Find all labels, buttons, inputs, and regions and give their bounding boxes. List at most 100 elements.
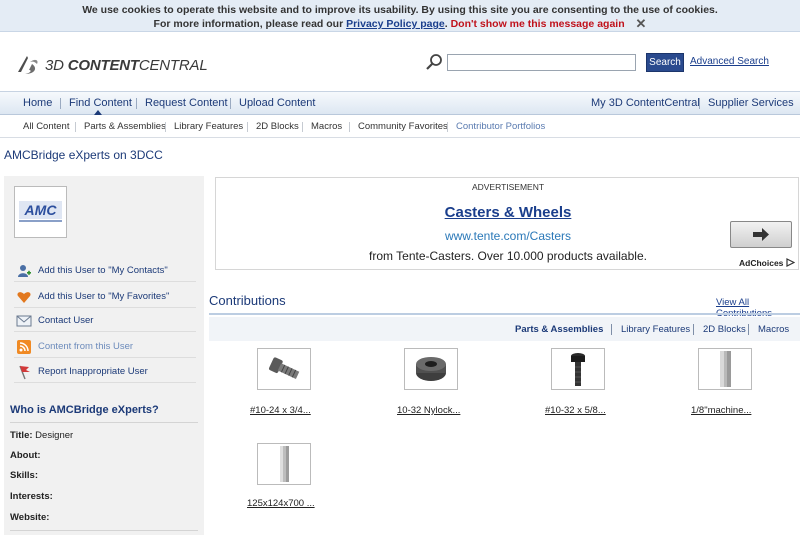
profile-title-field: Title: Designer: [10, 430, 73, 441]
logo-wordmark: 3D CONTENTCENTRAL: [45, 56, 208, 74]
view-all-contributions-link[interactable]: View All Contributions: [716, 297, 800, 319]
nav-divider: [230, 98, 231, 109]
contribution-thumbnail[interactable]: [698, 348, 752, 390]
profile-skills-field: Skills:: [10, 470, 38, 481]
ad-label: ADVERTISEMENT: [471, 182, 545, 192]
ad-go-button[interactable]: [730, 221, 792, 248]
profile-about-field: About:: [10, 450, 41, 461]
active-nav-caret-icon: [94, 110, 102, 115]
subnav-library-features[interactable]: Library Features: [174, 121, 243, 132]
interests-label: Interests:: [10, 491, 53, 502]
ad-choices-label: AdChoices: [739, 258, 784, 268]
nav-divider: [136, 98, 137, 109]
nav-my-3dcc[interactable]: My 3D ContentCentral: [591, 97, 700, 109]
add-to-favorites-label: Add this User to "My Favorites": [38, 291, 170, 302]
subnav-2d-blocks[interactable]: 2D Blocks: [256, 121, 299, 132]
subnav-divider: [247, 122, 248, 132]
nav-supplier-services[interactable]: Supplier Services: [708, 97, 794, 109]
who-is-heading: Who is AMCBridge eXperts?: [10, 404, 159, 416]
envelope-icon: [16, 315, 32, 326]
sub-nav: All Content Parts & Assemblies Library F…: [0, 116, 800, 138]
contribution-thumbnail[interactable]: [257, 443, 311, 485]
report-user-label: Report Inappropriate User: [38, 366, 148, 377]
search-button[interactable]: Search: [646, 53, 684, 72]
contribution-caption[interactable]: #10-32 x 5/8...: [545, 405, 606, 416]
subnav-parts-assemblies[interactable]: Parts & Assemblies: [84, 121, 166, 132]
ad-url[interactable]: www.tente.com/Casters: [216, 229, 800, 243]
ad-choices-link[interactable]: AdChoices: [739, 258, 796, 268]
nav-home[interactable]: Home: [23, 97, 52, 109]
tab-library-features[interactable]: Library Features: [621, 324, 690, 335]
tab-divider: [748, 324, 749, 335]
nav-upload-content[interactable]: Upload Content: [239, 97, 315, 109]
profile-sidebar: AMC Add this User to "My Contacts" Add t…: [4, 176, 204, 535]
cookie-info-text: For more information, please read our: [153, 18, 344, 30]
arrow-right-icon: [753, 228, 769, 241]
contribution-thumbnail[interactable]: [257, 348, 311, 390]
about-label: About:: [10, 450, 41, 461]
subnav-divider: [75, 122, 76, 132]
cookie-banner: We use cookies to operate this website a…: [0, 0, 800, 32]
subnav-macros[interactable]: Macros: [311, 121, 342, 132]
title-label: Title:: [10, 430, 33, 441]
title-value: Designer: [35, 430, 74, 441]
advertisement: ADVERTISEMENT Casters & Wheels www.tente…: [215, 177, 799, 270]
favorite-heart-icon: [17, 291, 31, 303]
ad-choices-icon: [786, 258, 796, 267]
contact-add-icon: [18, 264, 31, 277]
contribution-thumbnail[interactable]: [551, 348, 605, 390]
flag-icon: [19, 365, 30, 379]
skills-label: Skills:: [10, 470, 38, 481]
ad-description: from Tente-Casters. Over 10.000 products…: [369, 249, 647, 263]
tab-macros[interactable]: Macros: [758, 324, 789, 335]
ds-logo-icon: [18, 56, 38, 74]
contribution-thumbnail[interactable]: [404, 348, 458, 390]
cookie-text-line2: For more information, please read our Pr…: [153, 16, 647, 31]
nut-icon: [416, 357, 446, 381]
contact-user-link[interactable]: Contact User: [14, 310, 196, 332]
cookie-text-line1: We use cookies to operate this website a…: [82, 4, 718, 16]
contribution-caption[interactable]: #10-24 x 3/4...: [250, 405, 311, 416]
tab-divider: [611, 324, 612, 335]
search-input[interactable]: [447, 54, 636, 71]
block-icon: [720, 351, 731, 387]
contribution-caption[interactable]: 125x124x700 ...: [247, 498, 315, 509]
subnav-all-content[interactable]: All Content: [23, 121, 69, 132]
subnav-divider: [165, 122, 166, 132]
privacy-policy-link[interactable]: Privacy Policy page: [346, 18, 445, 30]
close-icon[interactable]: ✕: [636, 17, 647, 30]
amc-logo-icon: AMC: [19, 201, 62, 222]
dismiss-cookie-link[interactable]: Don't show me this message again: [451, 18, 625, 30]
logo-bold: CONTENT: [67, 56, 139, 74]
avatar: AMC: [14, 186, 67, 238]
divider: [10, 422, 198, 423]
nav-divider: [60, 98, 61, 109]
nav-find-content[interactable]: Find Content: [69, 97, 132, 109]
add-to-contacts-label: Add this User to "My Contacts": [38, 265, 168, 276]
content-from-user-link[interactable]: Content from this User: [14, 336, 196, 358]
add-to-favorites-link[interactable]: Add this User to "My Favorites": [14, 286, 196, 308]
subnav-contributor-portfolios[interactable]: Contributor Portfolios: [456, 121, 545, 132]
add-to-contacts-link[interactable]: Add this User to "My Contacts": [14, 260, 196, 282]
tab-parts-assemblies[interactable]: Parts & Assemblies: [515, 324, 603, 335]
profile-interests-field: Interests:: [10, 491, 53, 502]
logo-prefix: 3D: [45, 56, 68, 74]
page-title: AMCBridge eXperts on 3DCC: [4, 148, 163, 162]
subnav-community-favorites[interactable]: Community Favorites: [358, 121, 448, 132]
subnav-divider: [302, 122, 303, 132]
contribution-caption[interactable]: 10-32 Nylock...: [397, 405, 460, 416]
ad-title-link[interactable]: Casters & Wheels: [216, 204, 800, 221]
tab-2d-blocks[interactable]: 2D Blocks: [703, 324, 746, 335]
search-icon: [426, 54, 442, 70]
contribution-tabs: Parts & Assemblies Library Features 2D B…: [209, 317, 800, 341]
report-user-link[interactable]: Report Inappropriate User: [14, 361, 196, 383]
rss-icon: [17, 339, 31, 354]
logo-suffix: CENTRAL: [138, 56, 208, 74]
screw-icon: [269, 357, 300, 379]
advanced-search-link[interactable]: Advanced Search: [690, 56, 769, 67]
contributions-heading: Contributions: [209, 293, 286, 308]
contribution-caption[interactable]: 1/8"machine...: [691, 405, 751, 416]
nav-request-content[interactable]: Request Content: [145, 97, 228, 109]
main-nav: Home Find Content Request Content Upload…: [0, 91, 800, 115]
site-logo[interactable]: 3D CONTENTCENTRAL: [15, 50, 208, 80]
